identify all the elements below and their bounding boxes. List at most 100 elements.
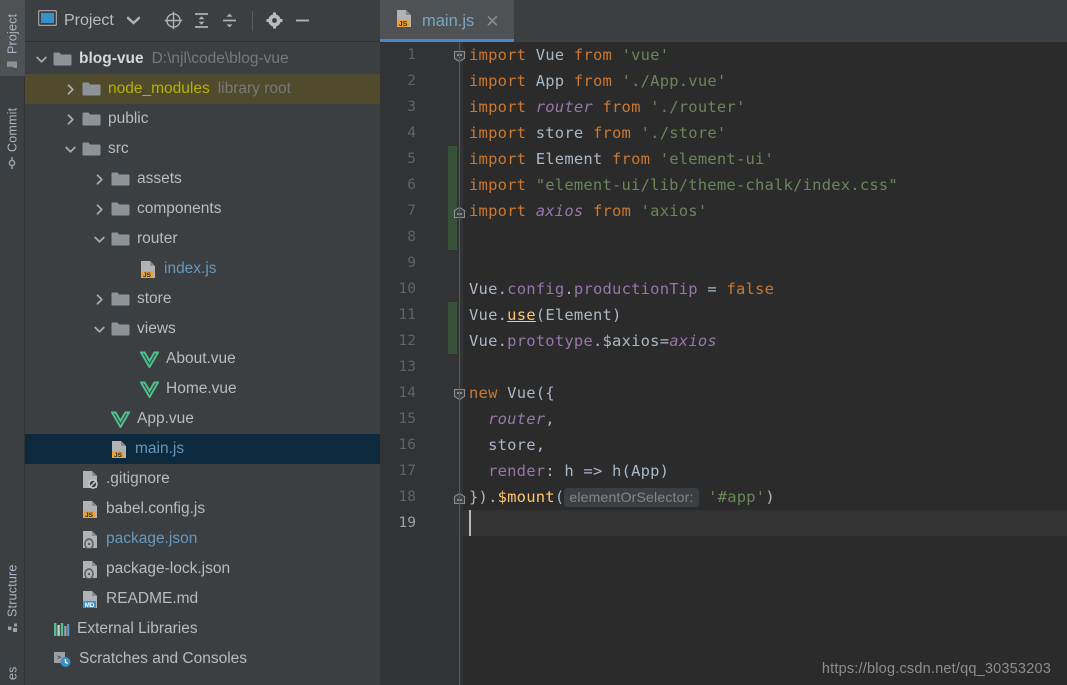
line-number: 15	[398, 411, 416, 427]
tree-row-router[interactable]: router	[25, 224, 380, 254]
tree-item-label: views	[137, 320, 176, 337]
code-line[interactable]	[463, 354, 1067, 380]
code-line[interactable]: }).$mount(elementOrSelector: '#app')	[463, 484, 1067, 510]
expand-all-icon[interactable]	[189, 8, 215, 34]
code-token: from	[602, 98, 641, 116]
tool-window-tab-strip: Project Commit Structure es	[0, 0, 25, 685]
code-line[interactable]: import "element-ui/lib/theme-chalk/index…	[463, 172, 1067, 198]
line-number: 4	[407, 125, 416, 141]
tree-row-app-vue[interactable]: App.vue	[25, 404, 380, 434]
chevron-right-icon[interactable]	[93, 173, 106, 186]
text-caret	[469, 510, 471, 536]
code-editor[interactable]: 1 2 3 4 5 6 7 8 9 10 11 12 13 14 15 16 17 18 19 import Vue…	[380, 42, 1067, 685]
structure-icon	[6, 622, 20, 634]
code-line[interactable]: import router from './router'	[463, 94, 1067, 120]
tree-row-store[interactable]: store	[25, 284, 380, 314]
tree-row-main-js[interactable]: JS main.js	[25, 434, 380, 464]
tree-row-about-vue[interactable]: About.vue	[25, 344, 380, 374]
tool-tab-structure[interactable]: Structure	[0, 555, 25, 639]
tree-row-gitignore[interactable]: .gitignore	[25, 464, 380, 494]
tool-tab-services[interactable]: es	[0, 650, 25, 685]
code-content[interactable]: import Vue from 'vue' import App from './…	[463, 42, 1067, 685]
tree-row-babel-config-js[interactable]: JS babel.config.js	[25, 494, 380, 524]
code-token: ,	[545, 410, 555, 428]
code-line[interactable]: Vue.prototype.$axios=axios	[463, 328, 1067, 354]
tree-row-readme-md[interactable]: MD README.md	[25, 584, 380, 614]
gutter-change-marker[interactable]	[448, 146, 457, 250]
md-file-icon: MD	[82, 590, 99, 609]
code-line[interactable]	[463, 250, 1067, 276]
tree-row-src[interactable]: src	[25, 134, 380, 164]
line-number: 7	[407, 203, 416, 219]
ide-window: Project Commit Structure es Project blog…	[0, 0, 1067, 685]
code-line[interactable]: import store from './store'	[463, 120, 1067, 146]
gutter-change-marker[interactable]	[448, 302, 457, 354]
chevron-down-icon[interactable]	[93, 233, 106, 246]
code-line[interactable]: import Vue from 'vue'	[463, 42, 1067, 68]
code-token: Element	[535, 150, 603, 168]
tool-tab-commit[interactable]: Commit	[0, 96, 25, 174]
tree-row-views[interactable]: views	[25, 314, 380, 344]
tree-row-assets[interactable]: assets	[25, 164, 380, 194]
chevron-down-icon[interactable]	[93, 323, 106, 336]
tree-item-label: components	[137, 200, 222, 217]
code-line[interactable]: import axios from 'axios'	[463, 198, 1067, 224]
vue-file-icon	[140, 351, 159, 368]
project-tree[interactable]: blog-vue D:\njl\code\blog-vue node_modules…	[25, 42, 380, 685]
tree-row-scratches-and-consoles[interactable]: >_ Scratches and Consoles	[25, 644, 380, 674]
tree-item-label: main.js	[135, 440, 185, 457]
chevron-right-icon[interactable]	[64, 83, 77, 96]
tree-row-home-vue[interactable]: Home.vue	[25, 374, 380, 404]
tree-row-external-libraries[interactable]: External Libraries	[25, 614, 380, 644]
code-token: from	[592, 202, 632, 220]
select-opened-file-icon[interactable]	[161, 8, 187, 34]
tree-row-package-lock-json[interactable]: package-lock.json	[25, 554, 380, 584]
tree-row-node-modules[interactable]: node_modules library root	[25, 74, 380, 104]
line-number: 14	[398, 385, 416, 401]
tree-item-label: src	[108, 140, 129, 157]
chevron-down-icon[interactable]	[64, 143, 77, 156]
tree-item-label: About.vue	[166, 350, 236, 367]
code-line[interactable]: Vue.config.productionTip = false	[463, 276, 1067, 302]
code-line[interactable]	[463, 224, 1067, 250]
chevron-right-icon[interactable]	[93, 203, 106, 216]
code-token: )	[612, 306, 622, 324]
tree-item-subtext: D:\njl\code\blog-vue	[151, 50, 289, 67]
code-line[interactable]: router,	[463, 406, 1067, 432]
libraries-icon	[53, 621, 70, 638]
chevron-right-icon[interactable]	[64, 113, 77, 126]
hide-icon[interactable]	[290, 8, 316, 34]
editor-gutter[interactable]: 1 2 3 4 5 6 7 8 9 10 11 12 13 14 15 16 17 18 19	[380, 42, 466, 685]
code-token: axios	[669, 332, 717, 350]
chevron-right-icon[interactable]	[93, 293, 106, 306]
code-line[interactable]: import App from './App.vue'	[463, 68, 1067, 94]
code-token: productionTip	[573, 280, 698, 298]
code-line[interactable]: new Vue({	[463, 380, 1067, 406]
editor-tab-main-js[interactable]: JS main.js ✕	[380, 0, 514, 42]
js-file-icon: JS	[82, 500, 99, 519]
tree-row-package-json[interactable]: package.json	[25, 524, 380, 554]
tree-row-components[interactable]: components	[25, 194, 380, 224]
tree-row-public[interactable]: public	[25, 104, 380, 134]
code-line[interactable]: import Element from 'element-ui'	[463, 146, 1067, 172]
tree-row-index-js[interactable]: JS index.js	[25, 254, 380, 284]
code-line[interactable]: Vue.use(Element)	[463, 302, 1067, 328]
tree-row-blog-vue[interactable]: blog-vue D:\njl\code\blog-vue	[25, 44, 380, 74]
project-view-selector[interactable]: Project	[33, 7, 145, 34]
code-line[interactable]	[463, 510, 1067, 536]
code-token: from	[573, 46, 613, 64]
code-line[interactable]: store,	[463, 432, 1067, 458]
settings-gear-icon[interactable]	[262, 8, 288, 34]
close-icon[interactable]: ✕	[485, 13, 499, 30]
chevron-down-icon[interactable]	[35, 53, 48, 66]
tree-item-label: public	[108, 110, 149, 127]
watermark-url: https://blog.csdn.net/qq_30353203	[821, 661, 1051, 677]
tool-tab-project[interactable]: Project	[0, 0, 25, 76]
code-line[interactable]: render: h => h(App)	[463, 458, 1067, 484]
folder-icon	[82, 111, 101, 127]
collapse-all-icon[interactable]	[217, 8, 243, 34]
